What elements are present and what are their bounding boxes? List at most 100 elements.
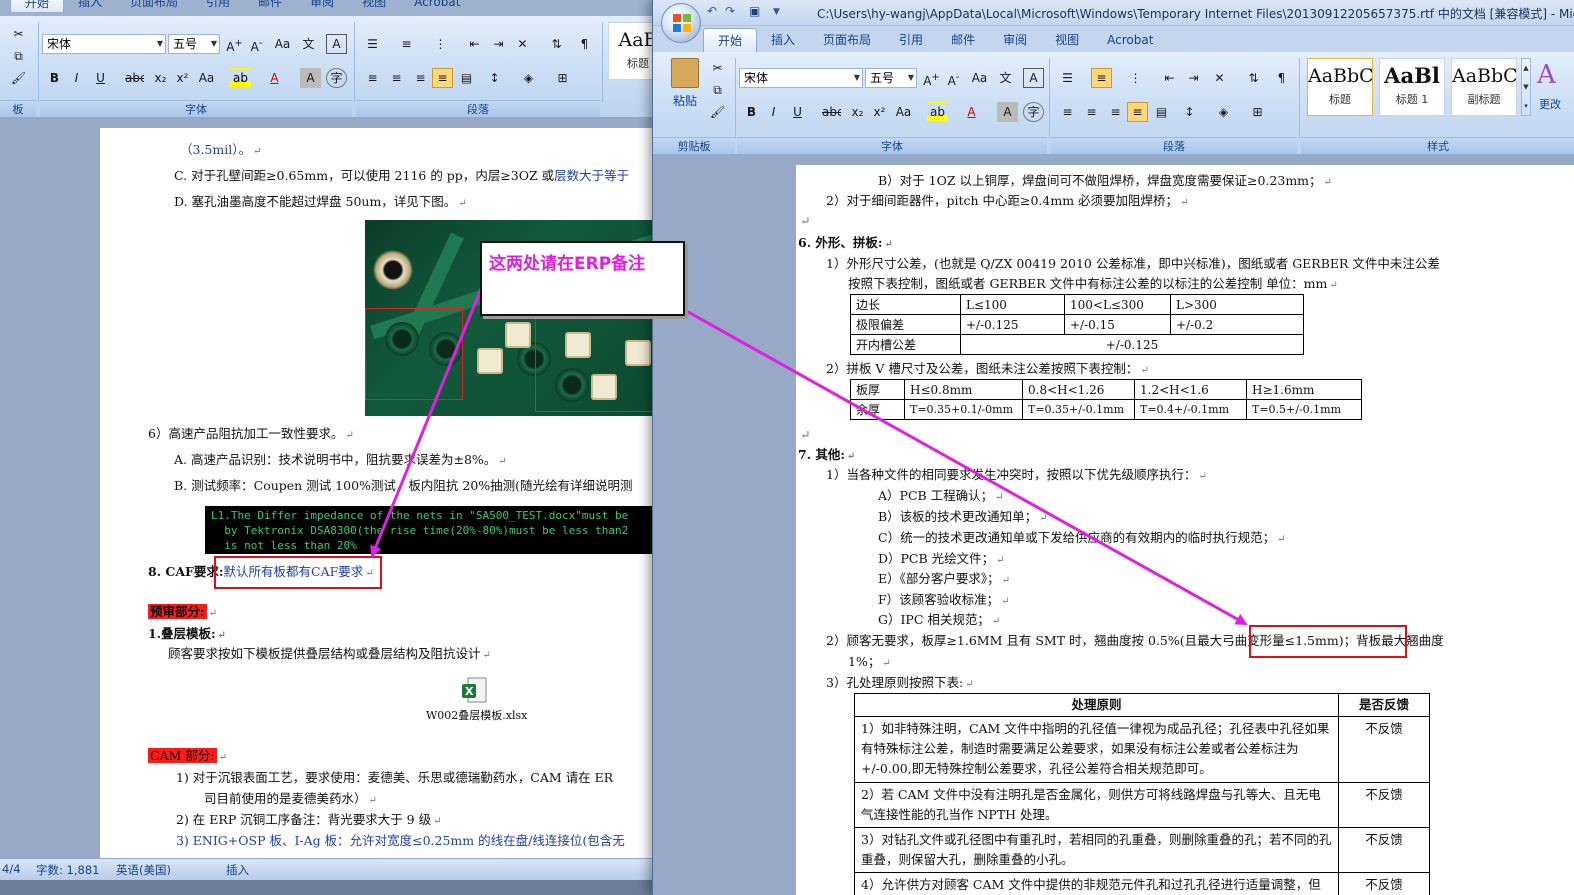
status-language[interactable]: 英语(美国) bbox=[116, 862, 171, 878]
phonetic-icon[interactable]: 文 bbox=[995, 68, 1016, 88]
subscript-icon[interactable]: x₂ bbox=[150, 68, 171, 88]
underline-icon[interactable]: U bbox=[787, 102, 808, 122]
bold-icon[interactable]: B bbox=[44, 68, 65, 88]
tab-references[interactable]: 引用 bbox=[885, 28, 937, 52]
tab-review[interactable]: 审阅 bbox=[989, 28, 1041, 52]
underline-icon[interactable]: U bbox=[90, 68, 111, 88]
strikethrough-icon[interactable]: abc bbox=[124, 68, 145, 88]
shrink-font-icon[interactable]: A- bbox=[246, 34, 267, 54]
char-shading-icon[interactable]: A bbox=[997, 102, 1018, 122]
align-left-icon[interactable]: ≡ bbox=[1057, 102, 1078, 122]
left-font-size-combo[interactable]: 五号 ▼ bbox=[168, 34, 220, 54]
show-marks-icon[interactable]: ¶ bbox=[1271, 68, 1292, 88]
left-tab-mailings[interactable]: 邮件 bbox=[244, 0, 296, 12]
font-color-icon[interactable]: A bbox=[264, 68, 285, 88]
highlight-icon[interactable]: ab bbox=[927, 102, 948, 122]
status-insert-mode[interactable]: 插入 bbox=[226, 862, 249, 878]
undo-icon[interactable]: ↶ bbox=[707, 4, 717, 18]
left-tab-review[interactable]: 审阅 bbox=[296, 0, 348, 12]
justify-icon[interactable]: ≡ bbox=[432, 68, 453, 88]
left-tab-home[interactable]: 开始 bbox=[10, 0, 65, 12]
bullets-icon[interactable]: ☰ bbox=[1057, 68, 1078, 88]
redo-icon[interactable]: ↷ bbox=[725, 4, 735, 18]
qat-customize-icon[interactable]: ▼ bbox=[773, 7, 780, 17]
tab-view[interactable]: 视图 bbox=[1041, 28, 1093, 52]
styles-gallery-scroll[interactable]: ▲ ▼ ▾ bbox=[1521, 58, 1531, 116]
align-center-icon[interactable]: ≡ bbox=[1081, 102, 1102, 122]
sort-icon[interactable]: ⇅ bbox=[546, 34, 567, 54]
tab-home[interactable]: 开始 bbox=[703, 28, 758, 52]
decrease-indent-icon[interactable]: ⇤ bbox=[464, 34, 485, 54]
numbering-icon[interactable]: ≡ bbox=[396, 34, 417, 54]
save-icon[interactable]: ▣ bbox=[749, 4, 760, 18]
italic-icon[interactable]: I bbox=[66, 68, 87, 88]
excel-file-icon[interactable]: X bbox=[460, 676, 490, 706]
left-tab-layout[interactable]: 页面布局 bbox=[116, 0, 192, 12]
shading-icon[interactable]: ◈ bbox=[518, 68, 539, 88]
left-document-page[interactable]: （3.5mil）。 ↵ C. 对于孔壁间距≥0.65mm，可以使用 2116 的 … bbox=[100, 128, 660, 860]
change-styles-icon[interactable]: A bbox=[1537, 60, 1556, 90]
tab-insert[interactable]: 插入 bbox=[757, 28, 809, 52]
show-marks-icon[interactable]: ¶ bbox=[574, 34, 595, 54]
distribute-icon[interactable]: ▤ bbox=[1151, 102, 1172, 122]
align-right-icon[interactable]: ≡ bbox=[1105, 102, 1126, 122]
style-subtitle[interactable]: AaBbC 副标题 bbox=[1451, 58, 1517, 116]
right-document-page[interactable]: B）对于 1OZ 以上铜厚，焊盘间可不做阻焊桥，焊盘宽度需要保证≥0.23mm；… bbox=[796, 165, 1574, 895]
multilevel-list-icon[interactable]: ⋮ bbox=[430, 34, 451, 54]
line-spacing-icon[interactable]: ↕ bbox=[1179, 102, 1200, 122]
font-name-combo[interactable]: 宋体 ▼ bbox=[739, 68, 863, 88]
chinese-layout-icon[interactable]: ✕ bbox=[512, 34, 533, 54]
superscript-icon[interactable]: x² bbox=[172, 68, 193, 88]
tab-acrobat[interactable]: Acrobat bbox=[1093, 28, 1167, 52]
clear-format-icon[interactable]: Aa bbox=[272, 34, 293, 54]
style-heading[interactable]: AaBbC 标题 bbox=[1307, 58, 1373, 116]
phonetic-icon[interactable]: 文 bbox=[298, 34, 319, 54]
superscript-icon[interactable]: x² bbox=[869, 102, 890, 122]
multilevel-list-icon[interactable]: ⋮ bbox=[1125, 68, 1146, 88]
highlight-icon[interactable]: ab bbox=[230, 68, 251, 88]
increase-indent-icon[interactable]: ⇥ bbox=[1183, 68, 1204, 88]
font-color-icon[interactable]: A bbox=[961, 102, 982, 122]
shading-icon[interactable]: ◈ bbox=[1213, 102, 1234, 122]
left-tab-view[interactable]: 视图 bbox=[348, 0, 400, 12]
grow-font-icon[interactable]: A+ bbox=[921, 68, 942, 88]
enclose-char-icon[interactable]: 字 bbox=[326, 68, 347, 88]
cut-icon[interactable]: ✂ bbox=[8, 24, 29, 44]
change-styles-label[interactable]: 更改 bbox=[1539, 96, 1561, 112]
distribute-icon[interactable]: ▤ bbox=[456, 68, 477, 88]
copy-icon[interactable]: ⧉ bbox=[8, 46, 29, 66]
char-border-icon[interactable]: A bbox=[326, 34, 347, 54]
paste-button[interactable]: 粘贴 bbox=[665, 58, 705, 120]
align-right-icon[interactable]: ≡ bbox=[410, 68, 431, 88]
shrink-font-icon[interactable]: A- bbox=[943, 68, 964, 88]
xls-filename[interactable]: W002叠层模板.xlsx bbox=[426, 708, 527, 724]
format-painter-icon[interactable]: 🖌 bbox=[707, 102, 728, 122]
italic-icon[interactable]: I bbox=[763, 102, 784, 122]
align-left-icon[interactable]: ≡ bbox=[362, 68, 383, 88]
left-tab-references[interactable]: 引用 bbox=[192, 0, 244, 12]
format-painter-icon[interactable]: 🖌 bbox=[8, 68, 29, 88]
change-case-icon[interactable]: Aa bbox=[893, 102, 914, 122]
grow-font-icon[interactable]: A+ bbox=[224, 34, 245, 54]
left-tab-insert[interactable]: 插入 bbox=[64, 0, 116, 12]
chinese-layout-icon[interactable]: ✕ bbox=[1209, 68, 1230, 88]
font-size-combo[interactable]: 五号 ▼ bbox=[865, 68, 917, 88]
bold-icon[interactable]: B bbox=[741, 102, 762, 122]
sort-icon[interactable]: ⇅ bbox=[1243, 68, 1264, 88]
bullets-icon[interactable]: ☰ bbox=[362, 34, 383, 54]
tab-mailings[interactable]: 邮件 bbox=[937, 28, 989, 52]
borders-icon[interactable]: ⊞ bbox=[1247, 102, 1268, 122]
status-page[interactable]: 4/4 bbox=[2, 862, 21, 876]
increase-indent-icon[interactable]: ⇥ bbox=[488, 34, 509, 54]
clear-format-icon[interactable]: Aa bbox=[969, 68, 990, 88]
borders-icon[interactable]: ⊞ bbox=[552, 68, 573, 88]
tab-page-layout[interactable]: 页面布局 bbox=[809, 28, 885, 52]
status-word-count[interactable]: 字数: 1,881 bbox=[36, 862, 99, 878]
strikethrough-icon[interactable]: abc bbox=[821, 102, 842, 122]
char-shading-icon[interactable]: A bbox=[300, 68, 321, 88]
decrease-indent-icon[interactable]: ⇤ bbox=[1159, 68, 1180, 88]
numbering-icon[interactable]: ≡ bbox=[1091, 68, 1112, 88]
justify-icon[interactable]: ≡ bbox=[1127, 102, 1148, 122]
copy-icon[interactable]: ⧉ bbox=[707, 80, 728, 100]
subscript-icon[interactable]: x₂ bbox=[847, 102, 868, 122]
